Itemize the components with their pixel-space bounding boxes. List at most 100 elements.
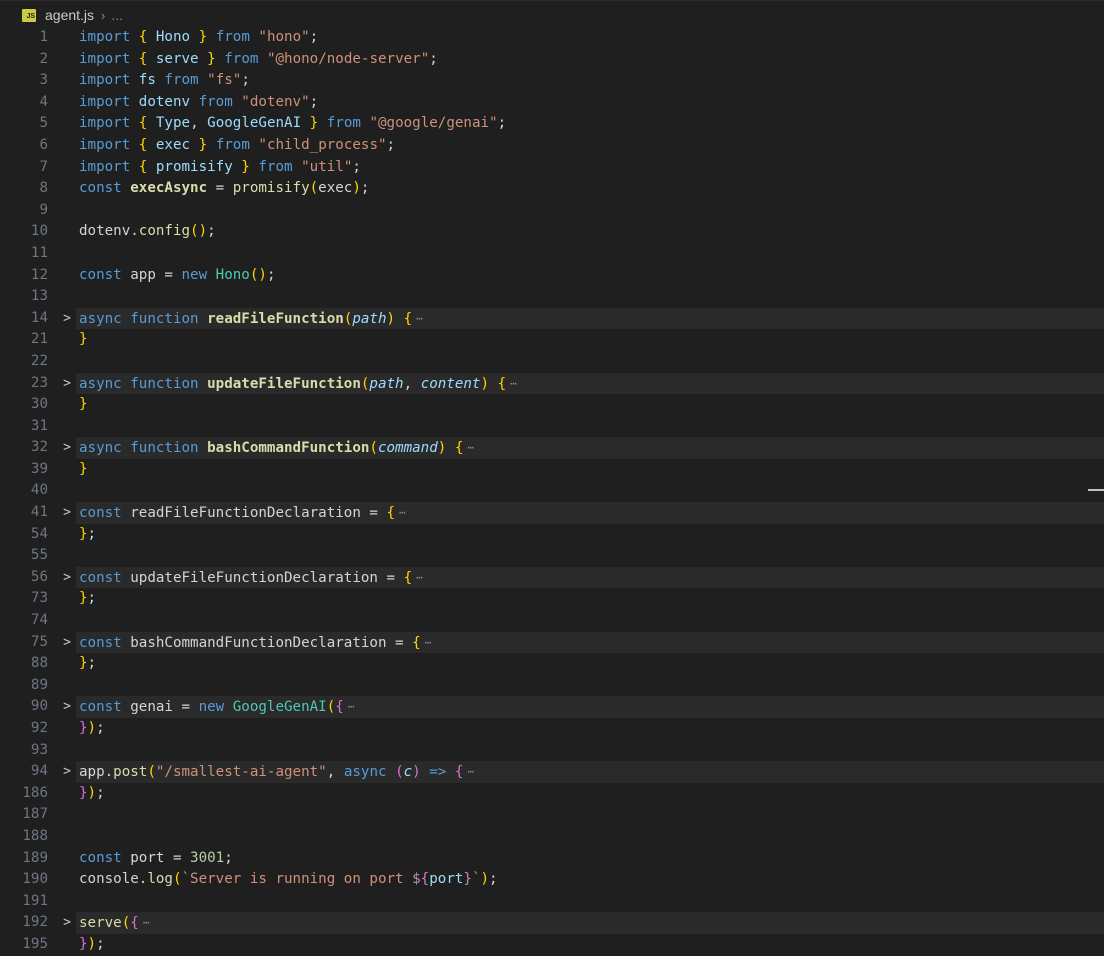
code-token: from xyxy=(207,136,259,153)
fold-chevron-icon[interactable]: > xyxy=(60,567,74,589)
folded-ellipsis-icon[interactable]: ⋯ xyxy=(416,571,423,584)
scrollbar-marker[interactable] xyxy=(1088,489,1104,491)
folded-ellipsis-icon[interactable]: ⋯ xyxy=(143,916,150,929)
code-token: , xyxy=(403,375,421,392)
code-line[interactable]: 39} xyxy=(0,459,1104,481)
code-token: } xyxy=(79,720,88,736)
code-token: ; xyxy=(429,50,438,67)
line-number: 4 xyxy=(39,93,48,110)
code-line[interactable]: 88}; xyxy=(0,653,1104,675)
code-line[interactable]: 41 > const readFileFunctionDeclaration = {… xyxy=(0,502,1104,524)
folded-ellipsis-icon[interactable]: ⋯ xyxy=(467,441,474,454)
code-line[interactable]: 191 xyxy=(0,891,1104,913)
folded-ellipsis-icon[interactable]: ⋯ xyxy=(467,765,474,778)
folded-ellipsis-icon[interactable]: ⋯ xyxy=(425,636,432,649)
code-token: ; xyxy=(266,266,276,283)
code-line[interactable]: 187 xyxy=(0,804,1104,826)
code-text: }); xyxy=(79,783,105,805)
code-line[interactable]: 75 > const bashCommandFunctionDeclaration … xyxy=(0,631,1104,654)
code-line[interactable]: 186}); xyxy=(0,783,1104,805)
code-text: }; xyxy=(79,524,96,546)
code-text: const port = 3001; xyxy=(79,848,233,870)
code-token: ; xyxy=(87,590,97,607)
code-token: import xyxy=(79,158,139,175)
code-line[interactable]: 31 xyxy=(0,416,1104,438)
fold-chevron-icon[interactable]: > xyxy=(60,308,74,330)
line-number: 7 xyxy=(39,158,48,175)
code-line[interactable]: 22 xyxy=(0,351,1104,373)
code-line[interactable]: 90 > const genai = new GoogleGenAI({⋯ xyxy=(0,696,1104,718)
code-line[interactable]: 1 import { Hono } from "hono"; xyxy=(0,27,1104,49)
code-line[interactable]: 89 xyxy=(0,675,1104,697)
fold-chevron-icon[interactable]: > xyxy=(60,761,74,783)
code-text: serve({⋯ xyxy=(79,912,149,935)
code-token: dotenv. xyxy=(79,223,139,240)
code-line[interactable]: 30} xyxy=(0,394,1104,416)
code-text: const genai = new GoogleGenAI({⋯ xyxy=(79,696,354,719)
fold-chevron-icon[interactable]: > xyxy=(60,696,74,718)
code-line[interactable]: 192 > serve({⋯ xyxy=(0,912,1104,934)
code-line[interactable]: 6 import { exec } from "child_process"; xyxy=(0,135,1104,157)
code-line[interactable]: 74 xyxy=(0,610,1104,632)
code-token: import xyxy=(79,29,139,45)
fold-chevron-icon[interactable]: > xyxy=(60,912,74,934)
code-line[interactable]: 190 console.log(`Server is running on por… xyxy=(0,869,1104,891)
code-line[interactable]: 4 import dotenv from "dotenv"; xyxy=(0,92,1104,114)
code-line[interactable]: 2 import { serve } from "@hono/node-serve… xyxy=(0,49,1104,71)
code-token: command xyxy=(377,440,438,457)
code-line[interactable]: 92}); xyxy=(0,718,1104,740)
code-line[interactable]: 73}; xyxy=(0,588,1104,610)
code-line[interactable]: 9 xyxy=(0,200,1104,222)
code-line[interactable]: 10 dotenv.config(); xyxy=(0,221,1104,243)
code-line[interactable]: 55 xyxy=(0,545,1104,567)
code-token: { xyxy=(138,136,156,153)
code-line[interactable]: 8 const execAsync = promisify(exec); xyxy=(0,178,1104,200)
line-number: 10 xyxy=(30,223,48,240)
breadcrumb-more[interactable]: ... xyxy=(111,7,123,23)
code-token: } xyxy=(232,158,250,175)
fold-chevron-icon[interactable]: > xyxy=(60,632,74,654)
code-line[interactable]: 21} xyxy=(0,329,1104,351)
code-line[interactable]: 12 const app = new Hono(); xyxy=(0,265,1104,287)
code-line[interactable]: 93 xyxy=(0,740,1104,762)
code-line[interactable]: 3 import fs from "fs"; xyxy=(0,70,1104,92)
folded-ellipsis-icon[interactable]: ⋯ xyxy=(399,506,406,519)
code-token: dotenv xyxy=(138,93,191,110)
code-line[interactable]: 7 import { promisify } from "util"; xyxy=(0,157,1104,179)
fold-chevron-icon[interactable]: > xyxy=(60,502,74,524)
code-line[interactable]: 94 > app.post("/smallest-ai-agent", async … xyxy=(0,761,1104,783)
code-line[interactable]: 11 xyxy=(0,243,1104,265)
code-token: } xyxy=(79,935,88,952)
line-number: 88 xyxy=(30,655,48,672)
folded-ellipsis-icon[interactable]: ⋯ xyxy=(416,312,423,325)
breadcrumb-file[interactable]: agent.js xyxy=(45,7,94,23)
line-number: 75 xyxy=(30,633,48,650)
code-line[interactable]: 195}); xyxy=(0,934,1104,956)
code-line[interactable]: 40 xyxy=(0,480,1104,502)
code-line[interactable]: 5 import { Type, GoogleGenAI } from "@goo… xyxy=(0,113,1104,135)
code-token: ${ xyxy=(412,871,430,888)
code-line[interactable]: 13 xyxy=(0,286,1104,308)
code-token: ; xyxy=(360,180,370,197)
code-line[interactable]: 14 > async function readFileFunction(path)… xyxy=(0,307,1104,330)
fold-chevron-icon[interactable]: > xyxy=(60,373,74,395)
code-line[interactable]: 188 xyxy=(0,826,1104,848)
code-line[interactable]: 23 > async function updateFileFunction(pat… xyxy=(0,372,1104,395)
code-line[interactable]: 56 > const updateFileFunctionDeclaration =… xyxy=(0,566,1104,589)
code-line[interactable]: 32 > async function bashCommandFunction(co… xyxy=(0,437,1104,459)
folded-ellipsis-icon[interactable]: ⋯ xyxy=(348,700,355,713)
code-token: ; xyxy=(386,136,396,153)
code-text: const readFileFunctionDeclaration = {⋯ xyxy=(79,502,406,525)
code-token: fs xyxy=(138,72,156,89)
code-token: { xyxy=(138,158,156,175)
code-line[interactable]: 54}; xyxy=(0,524,1104,546)
fold-chevron-icon[interactable]: > xyxy=(60,437,74,459)
line-number: 73 xyxy=(30,590,48,607)
code-token: Type xyxy=(155,115,191,132)
code-lines[interactable]: 1 import { Hono } from "hono"; 2 import { s… xyxy=(0,27,1104,956)
code-line[interactable]: 189 const port = 3001; xyxy=(0,848,1104,870)
folded-ellipsis-icon[interactable]: ⋯ xyxy=(510,377,517,390)
code-token: = xyxy=(207,180,233,197)
code-token: ) xyxy=(386,310,396,327)
code-token: ; xyxy=(309,29,319,45)
